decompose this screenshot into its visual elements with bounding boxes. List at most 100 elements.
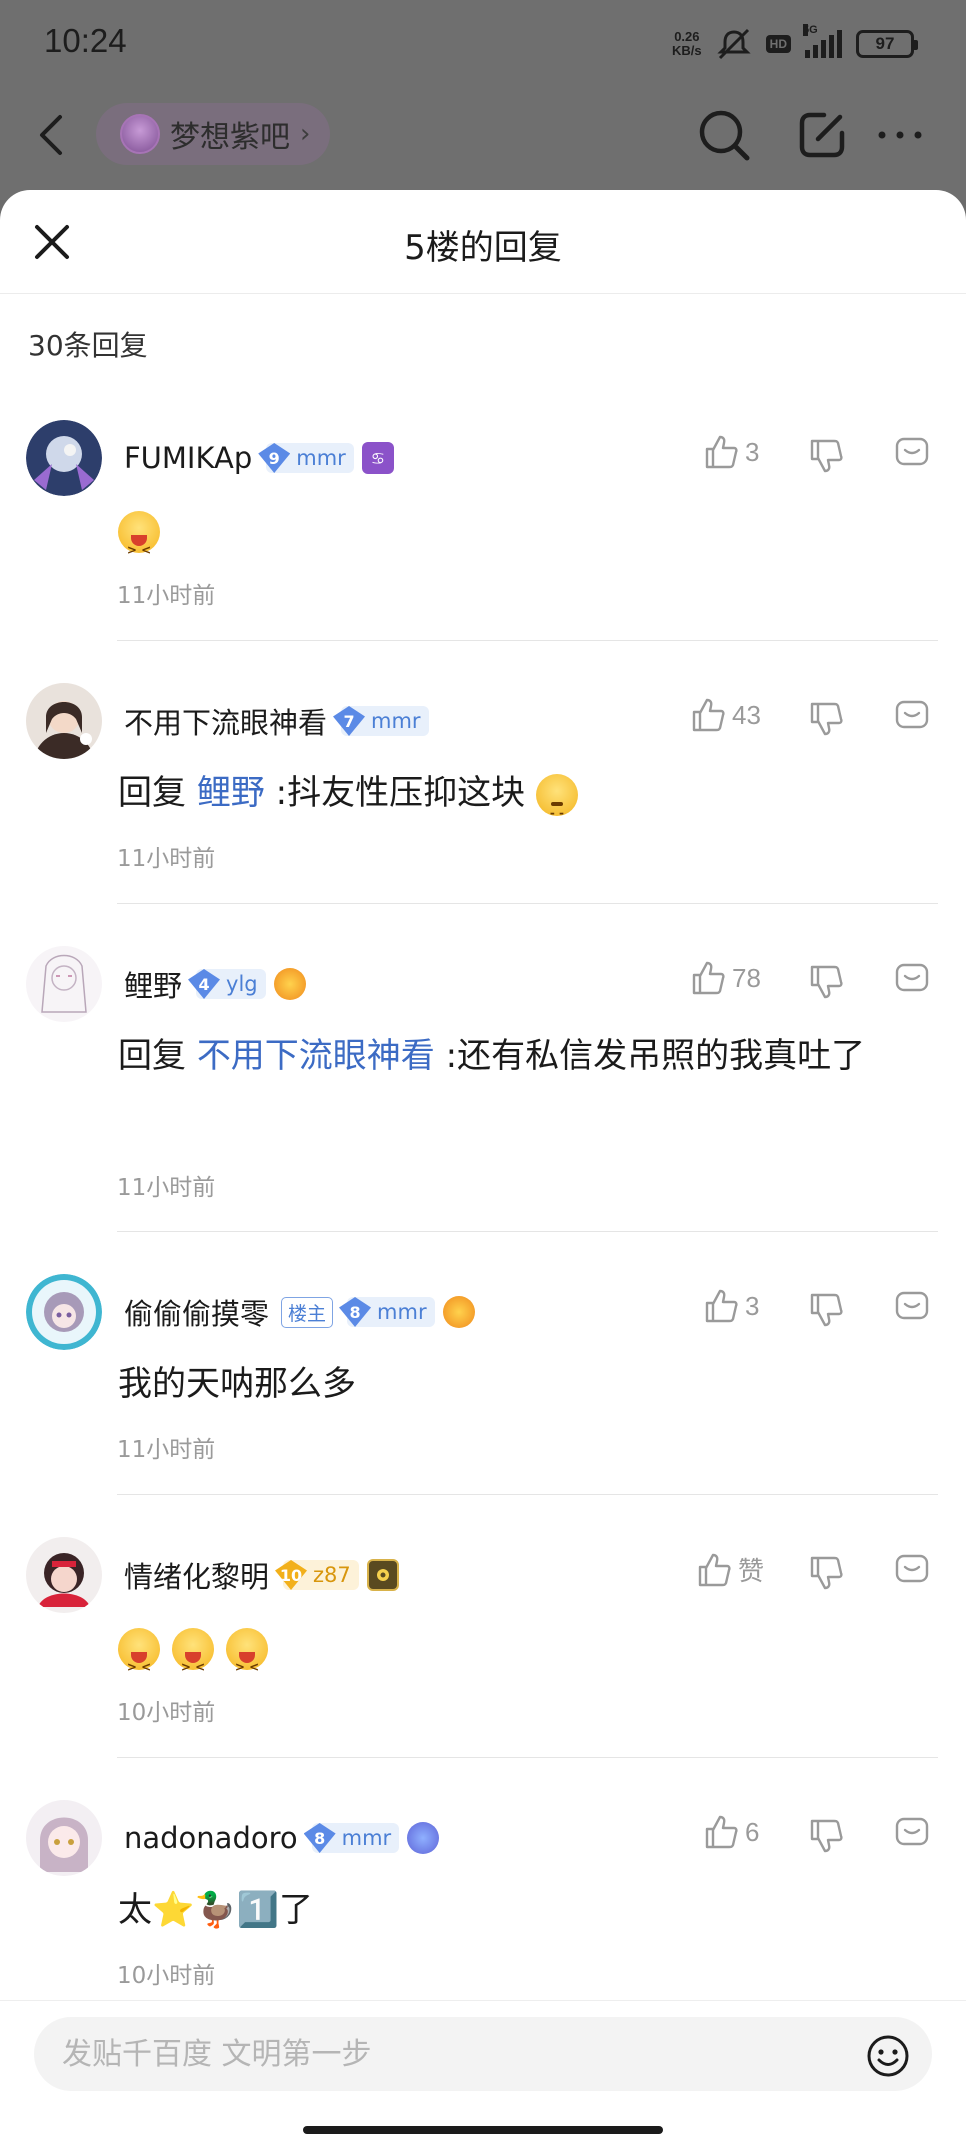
name-row: 不用下流眼神看 7 mmr xyxy=(124,701,429,741)
emblem-badge-icon xyxy=(442,1296,475,1328)
name-row: 鲤野 4 ylg xyxy=(124,964,306,1004)
reply-count: 30条回复 xyxy=(28,329,148,362)
reply-icon[interactable] xyxy=(894,1816,930,1852)
avatar[interactable] xyxy=(26,683,102,759)
comment-content xyxy=(118,498,916,582)
home-indicator[interactable] xyxy=(303,2126,663,2134)
status-bar: 10:24 0.26 KB/s HD 5G 97 xyxy=(0,0,966,90)
thumbs-up-icon xyxy=(692,698,725,732)
comment-time: 10小时前 xyxy=(117,1700,216,1726)
level-badge: 8 mmr xyxy=(303,1823,400,1853)
battery-icon: 97 xyxy=(856,30,918,58)
laughing-emoji-icon xyxy=(226,1627,268,1699)
divider xyxy=(117,1231,938,1232)
username[interactable]: nadonadoro xyxy=(124,1821,298,1855)
level-badge: 9 mmr xyxy=(258,443,354,473)
reply-input[interactable] xyxy=(34,2017,932,2091)
like-button[interactable]: 赞 xyxy=(696,1551,764,1588)
status-time: 10:24 xyxy=(44,22,127,59)
search-icon[interactable] xyxy=(696,107,752,163)
comment-time: 11小时前 xyxy=(117,846,216,872)
divider xyxy=(117,1757,938,1758)
level-badge: 10 z87 xyxy=(275,1560,359,1590)
divider xyxy=(117,903,938,904)
avatar[interactable] xyxy=(26,420,102,496)
like-button[interactable]: 6 xyxy=(703,1814,759,1850)
like-button[interactable]: 78 xyxy=(690,960,761,996)
username[interactable]: 鲤野 xyxy=(124,963,182,1005)
comment-content: 太⭐🦆1️⃣了 xyxy=(118,1890,314,1930)
forum-name: 梦想紫吧 xyxy=(170,120,290,155)
avatar[interactable] xyxy=(26,946,102,1022)
avatar[interactable] xyxy=(26,1537,102,1613)
emoji-picker-icon[interactable] xyxy=(866,2034,910,2078)
zodiac-badge-icon: ♋ xyxy=(361,442,394,474)
edit-icon[interactable] xyxy=(794,107,850,163)
name-row: FUMIKAp 9 mmr ♋ xyxy=(124,438,394,478)
back-arrow-icon[interactable] xyxy=(36,113,66,157)
laughing-emoji-icon xyxy=(118,510,160,582)
sweat-emoji-icon xyxy=(535,773,578,845)
level-badge: 4 ylg xyxy=(188,969,266,999)
sheet-header: 5楼的回复 xyxy=(0,190,966,294)
more-icon[interactable] xyxy=(872,107,928,163)
thumbs-up-icon xyxy=(698,1553,731,1586)
gear-badge-icon xyxy=(366,1559,399,1591)
divider xyxy=(117,1494,938,1495)
thumbs-down-icon[interactable] xyxy=(808,964,844,1000)
thumbs-up-icon xyxy=(705,435,738,469)
reply-icon[interactable] xyxy=(894,1290,930,1326)
replies-sheet: 5楼的回复 30条回复 FUMIKAp 9mmr ♋ 3 11小时前 不用下流眼… xyxy=(0,190,966,2147)
level-badge: 8 mmr xyxy=(339,1297,435,1327)
status-indicators: 0.26 KB/s HD 5G 97 xyxy=(672,24,918,62)
level-badge: 7 mmr xyxy=(333,706,429,736)
thumbs-down-icon[interactable] xyxy=(808,1555,844,1591)
comment-time: 11小时前 xyxy=(117,1437,216,1463)
comment-content: 回复 不用下流眼神看 :还有私信发吊照的我真吐了 xyxy=(118,1036,866,1076)
chevron-right-icon: › xyxy=(300,119,311,149)
laughing-emoji-icon xyxy=(172,1627,214,1699)
signal-icon: 5G xyxy=(803,24,842,58)
reply-input-bar xyxy=(0,2000,966,2147)
sheet-title: 5楼的回复 xyxy=(404,228,562,268)
comment-content: 回复 鲤野 :抖友性压抑这块 xyxy=(118,761,916,845)
thumbs-down-icon[interactable] xyxy=(808,1818,844,1854)
thumbs-up-icon xyxy=(692,961,725,995)
owner-tag: 楼主 xyxy=(281,1296,334,1328)
rank-badge-icon xyxy=(407,1822,440,1854)
network-speed: 0.26 KB/s xyxy=(672,29,702,58)
reply-icon[interactable] xyxy=(894,1553,930,1589)
name-row: 偷偷偷摸零 楼主 8 mmr xyxy=(124,1292,475,1332)
comment-content xyxy=(118,1615,916,1699)
thumbs-down-icon[interactable] xyxy=(808,438,844,474)
top-nav: 梦想紫吧 › xyxy=(0,95,966,175)
comment-time: 11小时前 xyxy=(117,583,216,609)
username[interactable]: 偷偷偷摸零 xyxy=(124,1291,269,1333)
mention-link[interactable]: 鲤野 xyxy=(197,773,265,813)
name-row: 情绪化黎明 10 z87 xyxy=(124,1555,399,1595)
reply-icon[interactable] xyxy=(894,436,930,472)
name-row: nadonadoro 8 mmr xyxy=(124,1818,440,1858)
thumbs-up-icon xyxy=(705,1289,738,1323)
like-button[interactable]: 3 xyxy=(703,434,759,470)
username[interactable]: 情绪化黎明 xyxy=(124,1554,269,1596)
thumbs-down-icon[interactable] xyxy=(808,1292,844,1328)
avatar[interactable] xyxy=(26,1274,102,1350)
thumbs-down-icon[interactable] xyxy=(808,701,844,737)
reply-icon[interactable] xyxy=(894,962,930,998)
comment-content: 我的天呐那么多 xyxy=(118,1364,356,1404)
avatar[interactable] xyxy=(26,1800,102,1876)
laughing-emoji-icon xyxy=(118,1627,160,1699)
reply-icon[interactable] xyxy=(894,699,930,735)
username[interactable]: 不用下流眼神看 xyxy=(124,700,327,742)
divider xyxy=(117,640,938,641)
emblem-badge-icon xyxy=(273,968,306,1000)
forum-chip[interactable]: 梦想紫吧 › xyxy=(96,103,331,165)
mention-link[interactable]: 不用下流眼神看 xyxy=(197,1036,435,1076)
like-button[interactable]: 3 xyxy=(703,1288,759,1324)
hd-badge: HD xyxy=(765,35,791,53)
like-button[interactable]: 43 xyxy=(690,697,761,733)
comment-time: 10小时前 xyxy=(117,1963,216,1989)
thumbs-up-icon xyxy=(705,1815,738,1849)
username[interactable]: FUMIKAp xyxy=(124,441,252,475)
